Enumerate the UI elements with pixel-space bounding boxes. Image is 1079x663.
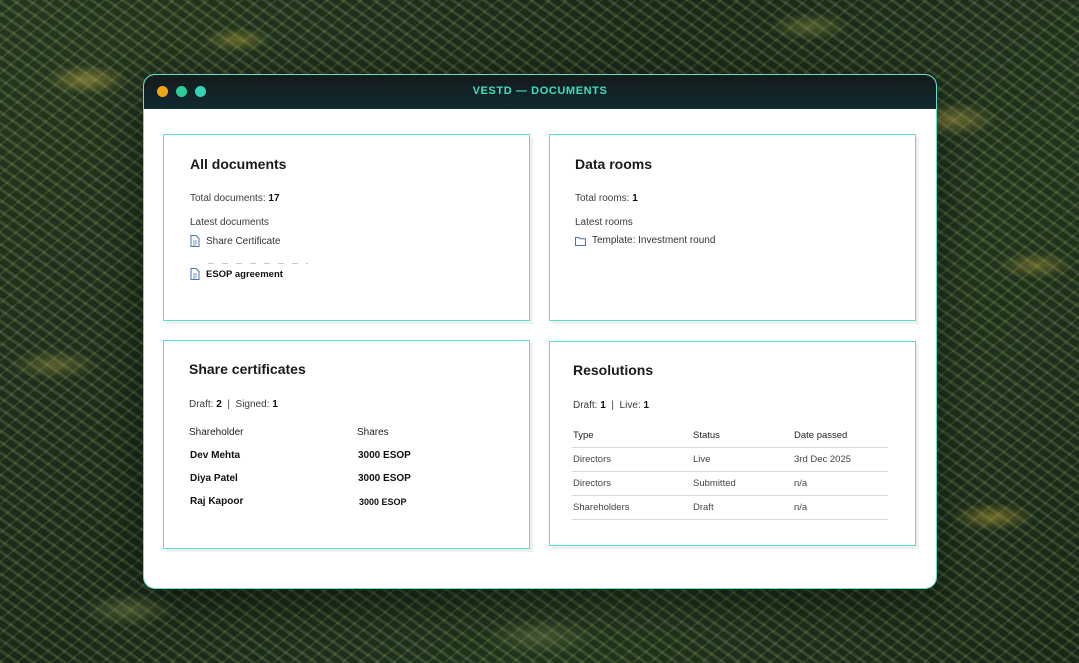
- column-header-status: Status: [693, 430, 720, 441]
- all-documents-card[interactable]: All documents Total documents: 17 Latest…: [163, 134, 530, 321]
- room-item-label: Template: Investment round: [592, 235, 716, 246]
- latest-rooms-label: Latest rooms: [575, 217, 633, 228]
- resolution-date: n/a: [794, 502, 808, 513]
- document-item-label: ESOP agreement: [206, 268, 283, 280]
- column-header-type: Type: [573, 430, 594, 441]
- shareholder-name[interactable]: Raj Kapoor: [190, 496, 243, 507]
- title-bar: VESTD — DOCUMENTS: [144, 75, 936, 109]
- table-row[interactable]: Shareholders Draft n/a: [572, 496, 888, 520]
- total-rooms: Total rooms: 1: [575, 193, 638, 204]
- data-rooms-card[interactable]: Data rooms Total rooms: 1 Latest rooms T…: [549, 134, 916, 321]
- resolutions-title: Resolutions: [573, 362, 654, 378]
- document-item[interactable]: Share Certificate: [190, 235, 280, 247]
- certificate-counts: Draft: 2 | Signed: 1: [189, 399, 278, 410]
- table-row[interactable]: Directors Live 3rd Dec 2025: [572, 448, 888, 472]
- shares-value: 3000 ESOP: [359, 497, 407, 507]
- resolution-date: n/a: [794, 478, 808, 489]
- window-title: VESTD — DOCUMENTS: [472, 85, 608, 97]
- resolution-status: Draft: [693, 502, 714, 513]
- folder-icon: [575, 236, 586, 246]
- resolution-type: Directors: [573, 454, 612, 465]
- resolution-counts: Draft: 1 | Live: 1: [573, 400, 649, 411]
- column-header-shares: Shares: [357, 427, 389, 438]
- data-rooms-title: Data rooms: [575, 156, 653, 172]
- resolution-status: Submitted: [693, 478, 736, 489]
- resolution-date: 3rd Dec 2025: [794, 454, 852, 465]
- shareholder-name[interactable]: Dev Mehta: [190, 450, 240, 461]
- document-item-label: Share Certificate: [206, 235, 281, 247]
- share-certificates-card[interactable]: Share certificates Draft: 2 | Signed: 1 …: [163, 340, 530, 549]
- divider: [208, 263, 308, 264]
- table-header-row: Type Status Date passed: [572, 424, 888, 448]
- table-row[interactable]: Directors Submitted n/a: [572, 472, 888, 496]
- room-item[interactable]: Template: Investment round: [575, 235, 715, 246]
- document-icon: [190, 235, 200, 247]
- total-documents: Total documents: 17: [190, 193, 280, 204]
- shareholder-name[interactable]: Diya Patel: [190, 473, 238, 484]
- share-certificates-title: Share certificates: [189, 361, 306, 377]
- document-item[interactable]: ESOP agreement: [190, 268, 283, 280]
- column-header-date-passed: Date passed: [794, 430, 848, 441]
- document-icon: [190, 268, 200, 280]
- resolution-type: Directors: [573, 478, 612, 489]
- latest-documents-label: Latest documents: [190, 217, 269, 228]
- all-documents-title: All documents: [190, 156, 287, 172]
- resolutions-table: Type Status Date passed Directors Live 3…: [572, 424, 888, 520]
- column-header-shareholder: Shareholder: [189, 427, 244, 438]
- resolution-status: Live: [693, 454, 711, 465]
- resolution-type: Shareholders: [573, 502, 630, 513]
- shares-value: 3000 ESOP: [358, 450, 411, 461]
- shares-value: 3000 ESOP: [358, 473, 411, 484]
- resolutions-card[interactable]: Resolutions Draft: 1 | Live: 1 Type Stat…: [549, 341, 916, 546]
- app-window: VESTD — DOCUMENTS All documents Total do…: [143, 74, 937, 589]
